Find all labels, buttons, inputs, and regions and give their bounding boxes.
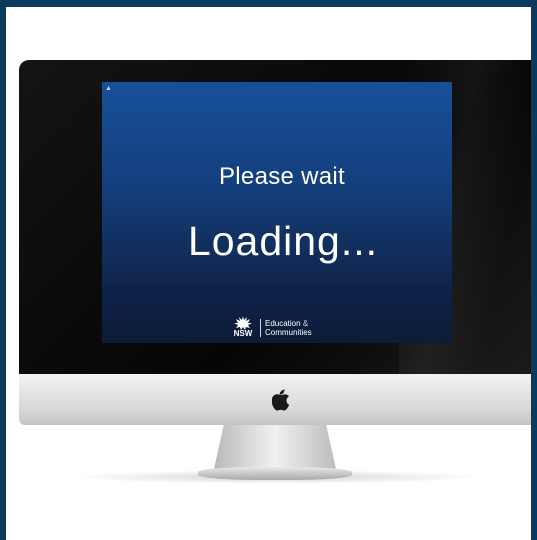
apple-logo-icon	[271, 389, 290, 411]
logo-line-education: Education	[265, 319, 301, 328]
apple-logo-shape	[271, 389, 290, 411]
monitor-bezel: ▲ Please wait Loading... NSW Education &…	[19, 60, 531, 374]
logo-ampersand: &	[302, 319, 309, 328]
please-wait-message: Please wait	[218, 163, 346, 190]
nsw-wordmark: NSW	[233, 329, 253, 338]
monitor-chin	[19, 374, 531, 425]
nsw-education-logo: NSW Education & Communities	[230, 315, 312, 341]
monitor-stand-neck	[214, 425, 336, 469]
logo-divider	[260, 319, 261, 337]
cursor-arrow-icon: ▲	[105, 85, 112, 92]
logo-words: Education & Communities	[265, 319, 312, 337]
monitor-stand-base	[198, 467, 352, 480]
logo-line-communities: Communities	[265, 328, 312, 337]
slide-canvas: ▲ Please wait Loading... NSW Education &…	[6, 7, 531, 540]
loading-status: Loading...	[187, 218, 379, 264]
monitor-screen: ▲ Please wait Loading... NSW Education &…	[102, 82, 452, 343]
waratah-icon: NSW	[230, 315, 256, 341]
